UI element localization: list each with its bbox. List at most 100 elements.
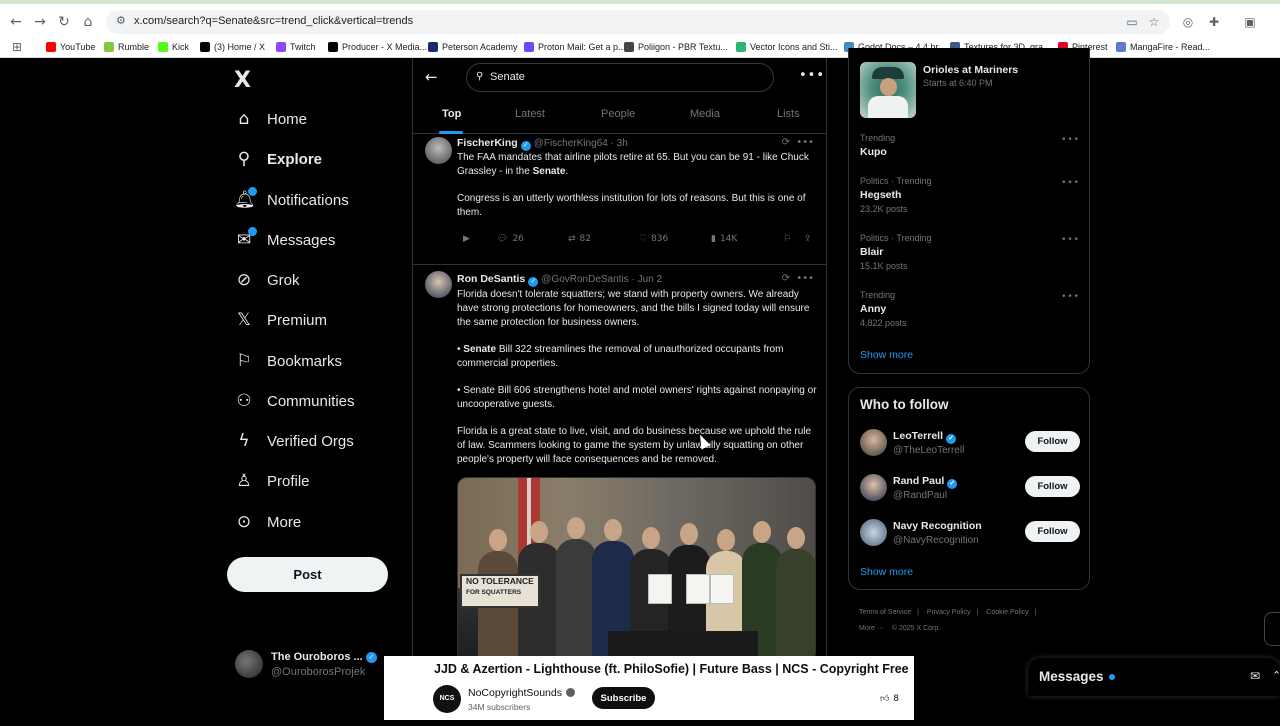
- back-arrow-icon[interactable]: ←: [425, 68, 438, 86]
- tweet-time[interactable]: Jun 2: [638, 274, 662, 285]
- show-more-link[interactable]: Show more: [860, 349, 913, 361]
- new-message-icon[interactable]: ✉: [1250, 669, 1260, 683]
- home-icon[interactable]: ⌂: [80, 14, 96, 30]
- follow-button[interactable]: Follow: [1025, 476, 1080, 497]
- avatar[interactable]: [860, 474, 887, 501]
- trend-item[interactable]: Trending Kupo •••: [860, 133, 1080, 177]
- more-options-icon[interactable]: •••: [1061, 178, 1080, 188]
- tweet-menu[interactable]: ⟳ •••: [782, 273, 814, 284]
- grok-action-icon[interactable]: ▶: [463, 234, 470, 244]
- video-title[interactable]: JJD & Azertion - Lighthouse (ft. PhiloSo…: [434, 662, 909, 676]
- more-options-icon[interactable]: •••: [1061, 235, 1080, 245]
- puzzle-icon[interactable]: ✚: [1206, 14, 1222, 30]
- bookmark-item[interactable]: Vector Icons and Sti...: [736, 40, 838, 54]
- trend-item[interactable]: Trending Anny 4,822 posts •••: [860, 290, 1080, 334]
- x-logo[interactable]: X: [234, 68, 251, 93]
- bookmark-item[interactable]: Peterson Academy: [428, 40, 518, 54]
- reply-button[interactable]: 💬︎ 26: [497, 234, 524, 244]
- bookmark-item[interactable]: (3) Home / X: [200, 40, 265, 54]
- trend-item[interactable]: Politics · Trending Hegseth 23.2K posts •••: [860, 176, 1080, 220]
- channel-avatar[interactable]: NCS: [433, 685, 461, 713]
- share-icon[interactable]: ⇪: [804, 234, 812, 244]
- site-info-icon[interactable]: ⚙: [116, 15, 128, 27]
- tab-media[interactable]: Media: [690, 108, 720, 120]
- views-button[interactable]: ▮ 14K: [711, 234, 737, 244]
- account-name[interactable]: LeoTerrell ✓: [893, 430, 956, 444]
- avatar[interactable]: [425, 271, 452, 298]
- bookmark-item[interactable]: YouTube: [46, 40, 95, 54]
- sidebar-item-profile[interactable]: ♙ Profile: [234, 467, 309, 495]
- tab-lists[interactable]: Lists: [777, 108, 800, 120]
- address-bar[interactable]: ⚙ x.com/search?q=Senate&src=trend_click&…: [106, 10, 1170, 34]
- trend-item[interactable]: Politics · Trending Blair 15.1K posts •••: [860, 233, 1080, 277]
- sidebar-item-bookmarks[interactable]: ⚐ Bookmarks: [234, 347, 342, 375]
- grok-floating-button[interactable]: [1264, 612, 1280, 646]
- sidebar-item-explore[interactable]: ⚲ Explore: [234, 145, 322, 173]
- author-handle[interactable]: @FischerKing64: [534, 138, 608, 149]
- extension-icon[interactable]: ◎: [1180, 14, 1196, 30]
- bookmark-item[interactable]: Producer - X Media...: [328, 40, 427, 54]
- avatar[interactable]: [860, 429, 887, 456]
- follow-button[interactable]: Follow: [1025, 521, 1080, 542]
- follow-button[interactable]: Follow: [1025, 431, 1080, 452]
- install-icon[interactable]: ▭: [1124, 14, 1140, 30]
- sidepanel-icon[interactable]: ▣: [1242, 14, 1258, 30]
- account-name[interactable]: Navy Recognition: [893, 520, 982, 532]
- follow-suggestion[interactable]: LeoTerrell ✓ @TheLeoTerrell Follow: [860, 427, 1080, 461]
- more-options-icon[interactable]: •••: [799, 68, 825, 83]
- privacy-link[interactable]: Privacy Policy: [927, 609, 971, 616]
- sidebar-item-communities[interactable]: ⚇ Communities: [234, 387, 354, 415]
- bookmark-item[interactable]: MangaFire - Read...: [1116, 40, 1210, 54]
- tab-latest[interactable]: Latest: [515, 108, 545, 120]
- like-button[interactable]: 👍︎ 8: [880, 690, 899, 704]
- tab-people[interactable]: People: [601, 108, 635, 120]
- author-name[interactable]: Ron DeSantis: [457, 273, 525, 285]
- post-button[interactable]: Post: [227, 557, 388, 592]
- bookmark-item[interactable]: Poliigon - PBR Textu...: [624, 40, 728, 54]
- sidebar-item-grok[interactable]: ⊘ Grok: [234, 266, 300, 294]
- follow-suggestion[interactable]: Rand Paul ✓ @RandPaul Follow: [860, 472, 1080, 506]
- sidebar-item-notifications[interactable]: 🔔︎ Notifications: [234, 186, 349, 214]
- repost-button[interactable]: ⇄ 82: [568, 234, 591, 244]
- search-query[interactable]: Senate: [490, 71, 525, 83]
- search-input[interactable]: ⚲ Senate: [466, 63, 774, 92]
- show-more-link[interactable]: Show more: [860, 566, 913, 578]
- more-options-icon[interactable]: •••: [1061, 292, 1080, 302]
- reload-icon[interactable]: ↻: [56, 14, 72, 30]
- avatar[interactable]: [425, 137, 452, 164]
- terms-link[interactable]: Terms of Service: [859, 609, 911, 616]
- back-icon[interactable]: ←: [8, 14, 24, 30]
- account-switcher[interactable]: The Ouroboros ... ✓ @OuroborosProjek: [235, 650, 385, 680]
- author-name[interactable]: FischerKing: [457, 137, 518, 149]
- bookmark-item[interactable]: Twitch: [276, 40, 316, 54]
- messages-dock-title[interactable]: Messages: [1039, 669, 1104, 684]
- follow-suggestion[interactable]: Navy Recognition @NavyRecognition Follow: [860, 517, 1080, 551]
- tab-top[interactable]: Top: [442, 108, 461, 120]
- more-options-icon[interactable]: •••: [1061, 135, 1080, 145]
- url-text[interactable]: x.com/search?q=Senate&src=trend_click&ve…: [134, 15, 413, 27]
- sidebar-item-more[interactable]: ⊙ More: [234, 508, 301, 536]
- like-button[interactable]: ♡ 836: [639, 234, 668, 244]
- bookmark-item[interactable]: Proton Mail: Get a p...: [524, 40, 626, 54]
- star-icon[interactable]: ☆: [1146, 14, 1162, 30]
- author-handle[interactable]: @GovRonDeSantis: [541, 274, 628, 285]
- channel-name[interactable]: NoCopyrightSounds: [468, 687, 575, 699]
- tweet-menu[interactable]: ⟳ •••: [782, 137, 814, 148]
- subscribe-button[interactable]: Subscribe: [592, 687, 655, 709]
- account-name[interactable]: Rand Paul ✓: [893, 475, 958, 489]
- forward-icon[interactable]: →: [32, 14, 48, 30]
- avatar[interactable]: [860, 519, 887, 546]
- apps-grid-icon[interactable]: ⊞: [12, 40, 22, 54]
- event-title[interactable]: Orioles at Mariners: [923, 64, 1018, 76]
- tweet[interactable]: FischerKing ✓ @FischerKing64 · 3h ⟳ ••• Th…: [413, 134, 826, 265]
- messages-dock[interactable]: Messages ✉ ⌃: [1028, 658, 1280, 696]
- bookmark-icon[interactable]: ⚐: [783, 234, 791, 244]
- tweet-image[interactable]: NO TOLERANCE FOR SQUATTERS: [457, 477, 816, 662]
- bookmark-item[interactable]: Kick: [158, 40, 189, 54]
- sidebar-item-home[interactable]: ⌂ Home: [234, 105, 307, 133]
- sidebar-item-premium[interactable]: 𝕏 Premium: [234, 306, 327, 334]
- tweet-time[interactable]: 3h: [617, 138, 628, 149]
- footer-more-link[interactable]: More ···: [859, 625, 884, 632]
- sidebar-item-messages[interactable]: ✉ Messages: [234, 226, 335, 254]
- cookie-link[interactable]: Cookie Policy: [986, 609, 1028, 616]
